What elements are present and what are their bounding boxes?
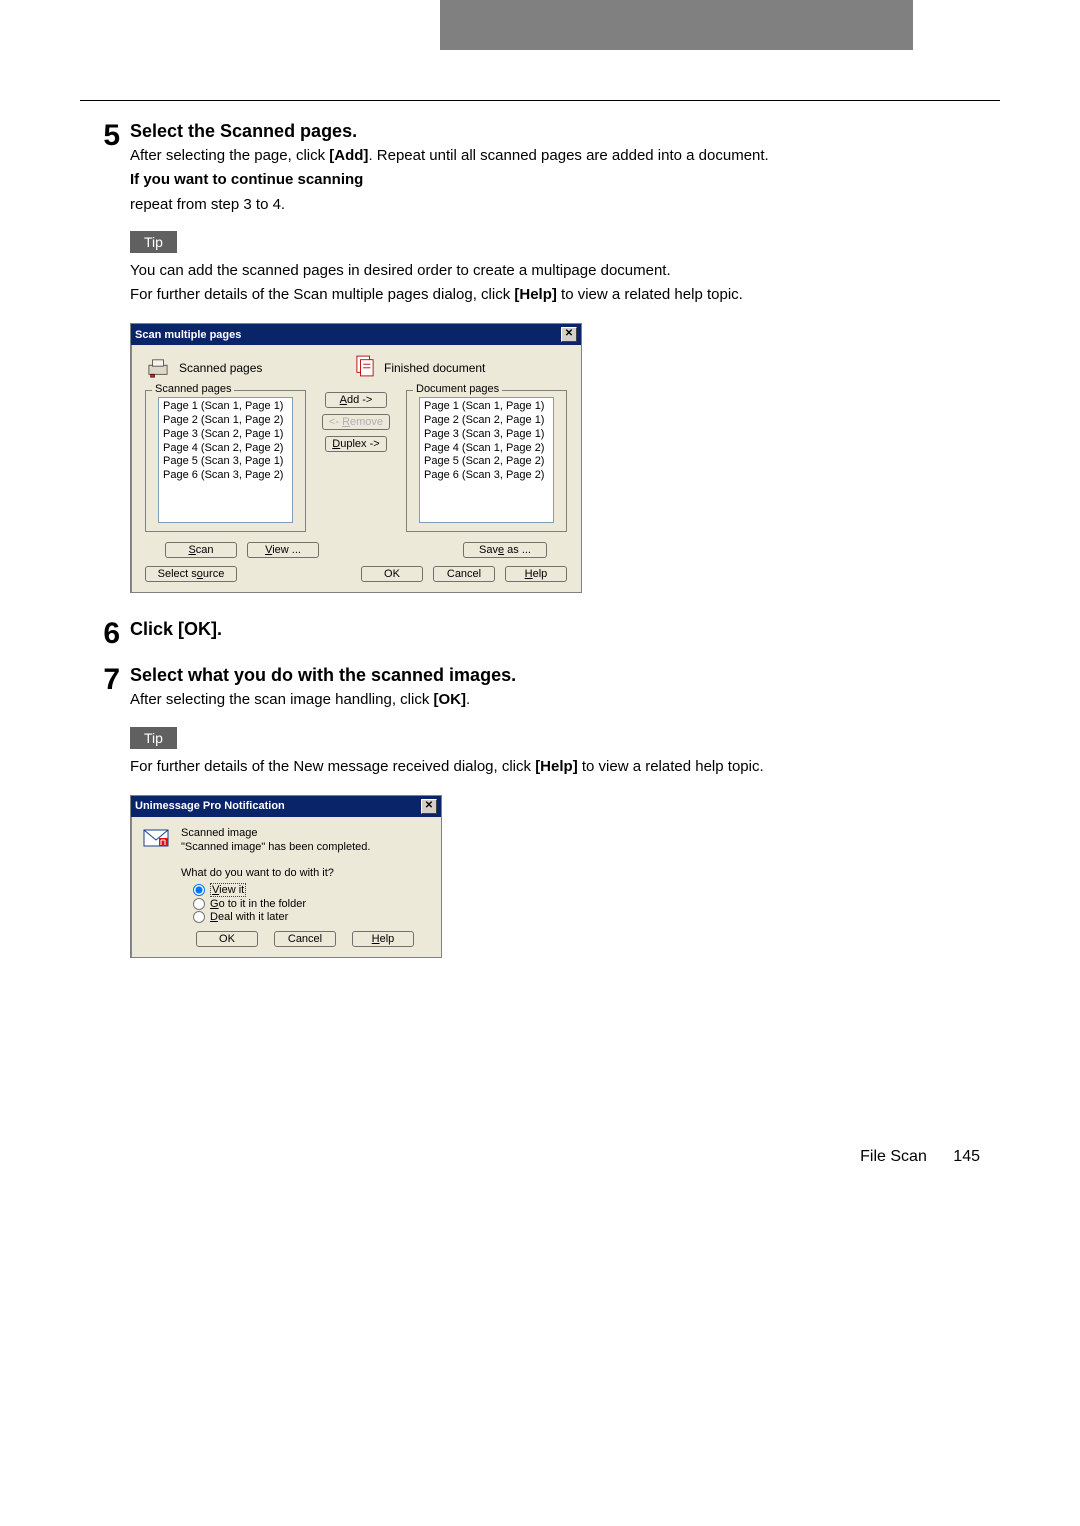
- view-button[interactable]: View ...: [247, 542, 319, 558]
- header-label: Scanned pages: [179, 361, 262, 375]
- duplex-button[interactable]: Duplex ->: [325, 436, 387, 452]
- text: You can add the scanned pages in desired…: [130, 261, 1000, 281]
- text-bold: [OK]: [434, 691, 467, 708]
- page-number: 145: [953, 1148, 980, 1165]
- text-bold: [Add]: [329, 147, 368, 164]
- text: For further details of the New message r…: [130, 758, 535, 775]
- list-item[interactable]: Page 6 (Scan 3, Page 2): [424, 469, 549, 483]
- scanned-pages-list[interactable]: Page 1 (Scan 1, Page 1) Page 2 (Scan 1, …: [158, 397, 293, 523]
- text-bold: If you want to continue scanning: [130, 170, 1000, 190]
- list-item[interactable]: Page 5 (Scan 2, Page 2): [424, 455, 549, 469]
- list-item[interactable]: Page 4 (Scan 1, Page 2): [424, 442, 549, 456]
- remove-button[interactable]: <- Remove: [322, 414, 390, 430]
- list-item[interactable]: Page 3 (Scan 2, Page 1): [163, 428, 288, 442]
- document-pages-group: Document pages Page 1 (Scan 1, Page 1) P…: [406, 390, 567, 532]
- dialog-titlebar: Scan multiple pages ✕: [131, 324, 581, 345]
- text: For further details of the Scan multiple…: [130, 286, 514, 303]
- ok-button[interactable]: OK: [361, 566, 423, 582]
- list-item[interactable]: Page 2 (Scan 2, Page 1): [424, 414, 549, 428]
- radio-view-it[interactable]: View it: [193, 883, 429, 897]
- section-name: File Scan: [860, 1148, 927, 1165]
- add-button[interactable]: Add ->: [325, 392, 387, 408]
- list-item[interactable]: Page 1 (Scan 1, Page 1): [424, 400, 549, 414]
- close-icon[interactable]: ✕: [421, 799, 437, 814]
- scan-button[interactable]: Scan: [165, 542, 237, 558]
- step-number: 5: [80, 121, 120, 593]
- step-title: Select the Scanned pages.: [130, 121, 1000, 142]
- list-item[interactable]: Page 5 (Scan 3, Page 1): [163, 455, 288, 469]
- saveas-button[interactable]: Save as ...: [463, 542, 547, 558]
- tip-label: Tip: [130, 231, 177, 253]
- select-source-button[interactable]: Select source: [145, 566, 237, 582]
- scanner-icon: [147, 358, 169, 378]
- text: After selecting the scan image handling,…: [130, 691, 434, 708]
- step-number: 6: [80, 619, 120, 649]
- ok-button[interactable]: OK: [196, 931, 258, 947]
- groupbox-title: Document pages: [413, 383, 502, 395]
- cancel-button[interactable]: Cancel: [433, 566, 495, 582]
- list-item[interactable]: Page 4 (Scan 2, Page 2): [163, 442, 288, 456]
- tip-label: Tip: [130, 727, 177, 749]
- cancel-button[interactable]: Cancel: [274, 931, 336, 947]
- notification-prompt: What do you want to do with it?: [181, 867, 429, 879]
- notification-heading: Scanned image: [181, 827, 429, 839]
- dialog-title: Unimessage Pro Notification: [135, 800, 285, 812]
- header-label: Finished document: [384, 361, 485, 375]
- list-item[interactable]: Page 3 (Scan 3, Page 1): [424, 428, 549, 442]
- step-6: 6 Click [OK].: [80, 619, 1000, 649]
- text: repeat from step 3 to 4.: [130, 195, 1000, 215]
- document-icon: [356, 355, 374, 380]
- list-item[interactable]: Page 1 (Scan 1, Page 1): [163, 400, 288, 414]
- header-placeholder: [440, 0, 913, 50]
- step-title: Select what you do with the scanned imag…: [130, 665, 1000, 686]
- page-content: 5 Select the Scanned pages. After select…: [80, 100, 1000, 958]
- step-5: 5 Select the Scanned pages. After select…: [80, 121, 1000, 593]
- mail-icon: [143, 827, 169, 847]
- radio-goto-folder[interactable]: Go to it in the folder: [193, 898, 429, 910]
- text: . Repeat until all scanned pages are add…: [368, 147, 768, 164]
- scan-multiple-pages-dialog: Scan multiple pages ✕ Scanned pages: [130, 323, 582, 593]
- tip-text: You can add the scanned pages in desired…: [130, 261, 1000, 306]
- scanned-pages-group: Scanned pages Page 1 (Scan 1, Page 1) Pa…: [145, 390, 306, 532]
- help-button[interactable]: Help: [505, 566, 567, 582]
- step-7: 7 Select what you do with the scanned im…: [80, 665, 1000, 958]
- text: .: [466, 691, 470, 708]
- help-button[interactable]: Help: [352, 931, 414, 947]
- text: After selecting the page, click: [130, 147, 329, 164]
- notification-dialog: Unimessage Pro Notification ✕ Scanned im…: [130, 795, 442, 958]
- page-footer: File Scan 145: [0, 1148, 1080, 1196]
- step-title: Click [OK].: [130, 619, 1000, 640]
- text-bold: [Help]: [514, 286, 557, 303]
- dialog-title: Scan multiple pages: [135, 329, 241, 341]
- step-number: 7: [80, 665, 120, 958]
- close-icon[interactable]: ✕: [561, 327, 577, 342]
- notification-message: "Scanned image" has been completed.: [181, 841, 429, 853]
- radio-deal-later[interactable]: Deal with it later: [193, 911, 429, 923]
- list-item[interactable]: Page 2 (Scan 1, Page 2): [163, 414, 288, 428]
- dialog-titlebar: Unimessage Pro Notification ✕: [131, 796, 441, 817]
- text: to view a related help topic.: [578, 758, 764, 775]
- text-bold: [Help]: [535, 758, 578, 775]
- document-pages-list[interactable]: Page 1 (Scan 1, Page 1) Page 2 (Scan 2, …: [419, 397, 554, 523]
- groupbox-title: Scanned pages: [152, 383, 234, 395]
- step-text: After selecting the page, click [Add]. R…: [130, 146, 1000, 215]
- list-item[interactable]: Page 6 (Scan 3, Page 2): [163, 469, 288, 483]
- text: to view a related help topic.: [557, 286, 743, 303]
